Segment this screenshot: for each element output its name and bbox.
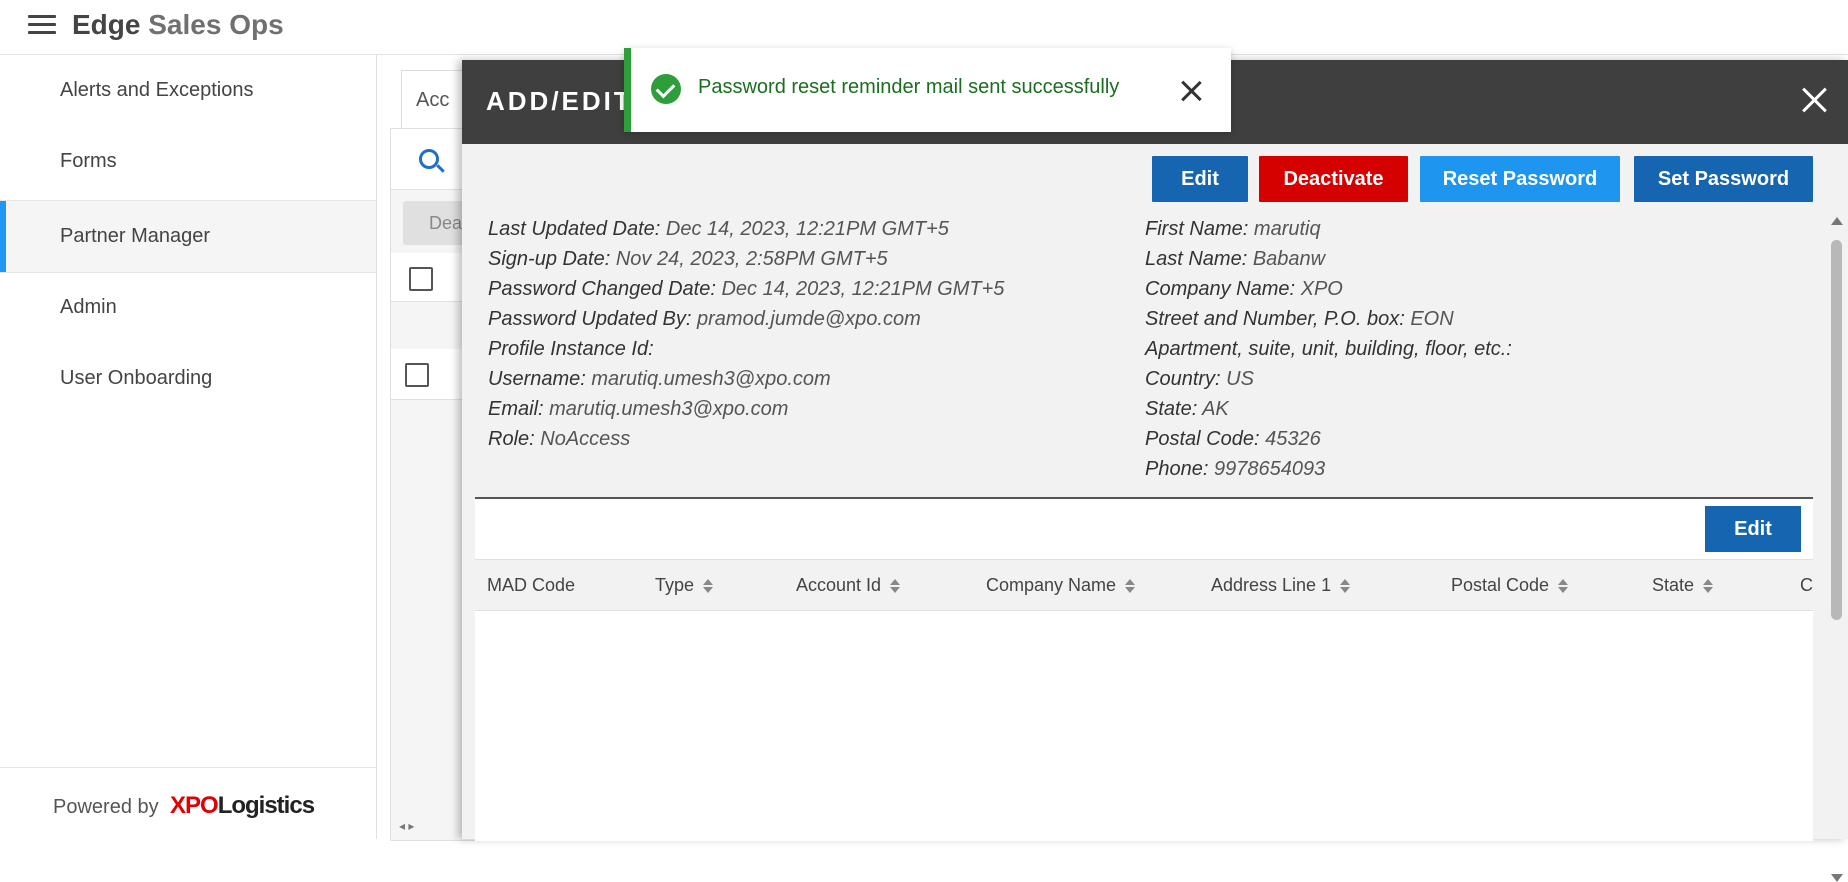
detail-profile-instance-id: Profile Instance Id: — [488, 338, 654, 360]
scrollbar-thumb[interactable] — [1831, 240, 1842, 620]
column-header-address-line-1[interactable]: Address Line 1 — [1211, 575, 1351, 596]
detail-postal-code: Postal Code: 45326 — [1145, 428, 1321, 450]
sidebar: Alerts and Exceptions Forms Partner Mana… — [0, 55, 377, 839]
sort-icon — [702, 579, 714, 593]
user-details-right: First Name: marutiq Last Name: Babanw Co… — [1145, 214, 1512, 484]
powered-by-text: Powered by — [53, 796, 159, 818]
edit-button[interactable]: Edit — [1152, 156, 1248, 202]
column-header-type[interactable]: Type — [655, 575, 714, 596]
sidebar-item-admin[interactable]: Admin — [0, 272, 376, 343]
accounts-table-header: MAD Code Type Account Id Company Name Ad… — [475, 559, 1813, 611]
detail-password-changed-date: Password Changed Date: Dec 14, 2023, 12:… — [488, 278, 1005, 300]
column-header-postal-code[interactable]: Postal Code — [1451, 575, 1569, 596]
column-header-account-id[interactable]: Account Id — [796, 575, 901, 596]
sort-icon — [1557, 579, 1569, 593]
sidebar-item-forms[interactable]: Forms — [0, 126, 376, 197]
close-icon[interactable] — [1179, 79, 1203, 103]
select-all-checkbox[interactable] — [409, 267, 433, 291]
sidebar-item-label: Alerts and Exceptions — [60, 79, 254, 101]
detail-street: Street and Number, P.O. box: EON — [1145, 308, 1454, 330]
sidebar-item-label: Forms — [60, 150, 117, 172]
sort-icon — [1339, 579, 1351, 593]
reset-password-button[interactable]: Reset Password — [1420, 156, 1620, 202]
set-password-button[interactable]: Set Password — [1634, 156, 1813, 202]
app-title: Edge Sales Ops — [72, 9, 284, 41]
scroll-up-icon[interactable] — [1831, 217, 1843, 225]
sidebar-item-label: Admin — [60, 296, 117, 318]
app-title-main: Edge — [72, 9, 141, 40]
sort-icon — [889, 579, 901, 593]
app-title-sub: Sales Ops — [148, 9, 284, 40]
detail-email: Email: marutiq.umesh3@xpo.com — [488, 398, 789, 420]
detail-first-name: First Name: marutiq — [1145, 218, 1321, 240]
column-header-state[interactable]: State — [1652, 575, 1714, 596]
detail-last-updated-date: Last Updated Date: Dec 14, 2023, 12:21PM… — [488, 218, 949, 240]
close-icon[interactable] — [1798, 84, 1830, 116]
sidebar-item-user-onboarding[interactable]: User Onboarding — [0, 343, 376, 414]
column-header-truncated[interactable]: C — [1800, 575, 1813, 596]
sort-icon — [1702, 579, 1714, 593]
horizontal-scroll-arrows-icon[interactable]: ◂ ▸ — [399, 819, 414, 833]
accounts-panel: Edit MAD Code Type Account Id Company Na… — [475, 497, 1813, 841]
vertical-scrollbar[interactable] — [1824, 144, 1848, 882]
detail-company-name: Company Name: XPO — [1145, 278, 1343, 300]
add-edit-modal: ADD/EDIT Edit Deactivate Reset Password … — [462, 60, 1848, 882]
detail-sign-up-date: Sign-up Date: Nov 24, 2023, 2:58PM GMT+5 — [488, 248, 888, 270]
success-toast: Password reset reminder mail sent succes… — [624, 48, 1231, 132]
detail-password-updated-by: Password Updated By: pramod.jumde@xpo.co… — [488, 308, 921, 330]
column-header-mad-code[interactable]: MAD Code — [487, 575, 575, 596]
hamburger-menu-icon[interactable] — [28, 15, 56, 37]
modal-title: ADD/EDIT — [486, 86, 633, 116]
xpo-logistics-logo: XPOLogistics — [170, 792, 315, 819]
detail-country: Country: US — [1145, 368, 1254, 390]
sort-icon — [1124, 579, 1136, 593]
detail-role: Role: NoAccess — [488, 428, 631, 450]
accounts-edit-button[interactable]: Edit — [1705, 506, 1801, 552]
column-header-company-name[interactable]: Company Name — [986, 575, 1136, 596]
sidebar-item-label: Partner Manager — [60, 225, 211, 247]
top-bar: Edge Sales Ops — [0, 0, 1848, 55]
search-icon — [419, 149, 439, 169]
sidebar-item-label: User Onboarding — [60, 367, 213, 389]
detail-username: Username: marutiq.umesh3@xpo.com — [488, 368, 831, 390]
scroll-down-icon[interactable] — [1831, 874, 1843, 882]
detail-last-name: Last Name: Babanw — [1145, 248, 1326, 270]
sidebar-item-alerts-and-exceptions[interactable]: Alerts and Exceptions — [0, 55, 376, 126]
user-details-left: Last Updated Date: Dec 14, 2023, 12:21PM… — [488, 214, 1004, 454]
detail-state: State: AK — [1145, 398, 1229, 420]
powered-by-footer: Powered by XPOLogistics — [0, 767, 376, 840]
deactivate-button[interactable]: Deactivate — [1259, 156, 1408, 202]
sidebar-item-partner-manager[interactable]: Partner Manager — [0, 200, 376, 273]
detail-phone: Phone: 9978654093 — [1145, 458, 1326, 480]
toast-message: Password reset reminder mail sent succes… — [698, 76, 1120, 98]
row-checkbox[interactable] — [405, 363, 429, 387]
detail-apartment: Apartment, suite, unit, building, floor,… — [1145, 338, 1512, 360]
check-circle-icon — [651, 74, 681, 104]
